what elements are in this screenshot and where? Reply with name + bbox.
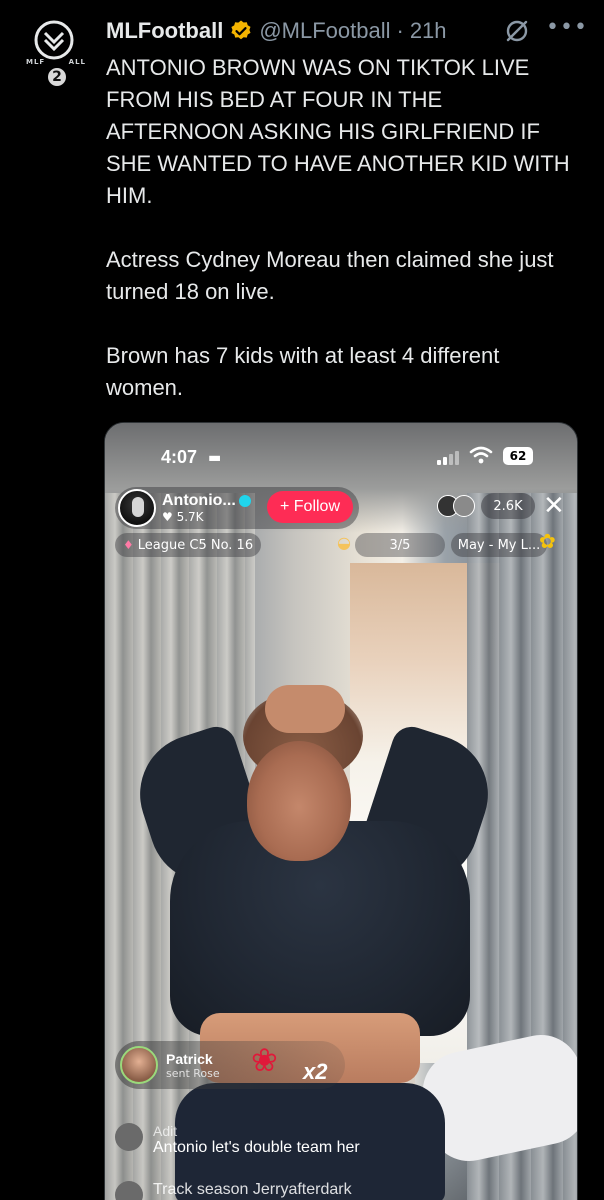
comment-text: Track season Jerryafterdark xyxy=(153,1181,352,1198)
comment-avatar xyxy=(115,1123,143,1151)
ufo-icon: ◒ xyxy=(337,533,351,552)
league-label: League C5 No. 16 xyxy=(137,537,254,553)
host-likes: ♥ 5.7K xyxy=(162,510,204,524)
may-pill[interactable]: May - My L... xyxy=(451,533,547,557)
gift-action: sent Rose xyxy=(166,1066,220,1080)
display-name[interactable]: MLFootball xyxy=(106,18,223,44)
rose-gift-icon: ❀ xyxy=(251,1041,278,1079)
tweet-paragraph: Brown has 7 kids with at least 4 differe… xyxy=(106,343,500,400)
handle[interactable]: @MLFootball xyxy=(259,18,390,44)
person-hands xyxy=(265,685,345,733)
host-name-row: Antonio... xyxy=(162,492,272,510)
viewer-avatar[interactable] xyxy=(453,495,475,517)
avatar-badge: 2 xyxy=(46,66,68,88)
battery-icon: 62 xyxy=(503,447,533,465)
profile-avatar[interactable] xyxy=(32,18,76,62)
verified-icon xyxy=(238,495,251,507)
live-comment: Adit Antonio let's double team her xyxy=(115,1123,360,1157)
comment-avatar xyxy=(115,1181,143,1200)
tweet-media[interactable]: 4:07 ▬ 62 Antonio... ♥ 5.7K + Follow 2.6… xyxy=(104,422,578,1200)
grok-icon[interactable] xyxy=(504,18,530,44)
host-name: Antonio... xyxy=(162,492,236,509)
live-comment: Track season Jerryafterdark xyxy=(115,1181,352,1200)
comment-user: Adit xyxy=(153,1123,178,1139)
viewer-count[interactable]: 2.6K xyxy=(481,493,535,519)
close-icon[interactable]: ✕ xyxy=(543,493,565,519)
separator-dot: · xyxy=(396,18,404,43)
diamond-icon: ♦ xyxy=(123,538,134,552)
sleep-mode-icon: ▬ xyxy=(208,450,222,466)
league-pill[interactable]: ♦ League C5 No. 16 xyxy=(115,533,261,557)
progress-pill[interactable]: 3/5 xyxy=(355,533,445,557)
top-viewers[interactable]: 2.6K xyxy=(437,493,535,519)
cellular-signal-icon xyxy=(437,449,461,465)
live-host-pill[interactable]: Antonio... ♥ 5.7K + Follow xyxy=(115,487,359,529)
gift-combo: x2 xyxy=(303,1059,328,1084)
verified-badge-icon[interactable] xyxy=(229,19,253,43)
tweet-text: ANTONIO BROWN WAS ON TIKTOK LIVE FROM HI… xyxy=(106,52,576,404)
mlfootball-logo-icon xyxy=(34,20,74,60)
gift-user-avatar xyxy=(120,1046,158,1084)
person-face xyxy=(247,741,351,861)
status-time: 4:07 xyxy=(161,447,198,467)
host-avatar[interactable] xyxy=(118,489,156,527)
timestamp[interactable]: 21h xyxy=(410,18,447,44)
wifi-icon xyxy=(469,446,493,464)
sunflower-icon: ✿ xyxy=(539,529,556,553)
more-options-icon[interactable]: ••• xyxy=(546,17,587,44)
tweet[interactable]: MLF ALL 2 MLFootball @MLFootball · 21h ••… xyxy=(0,0,604,1200)
gift-user-name: Patrick xyxy=(166,1050,213,1067)
follow-button[interactable]: + Follow xyxy=(267,491,353,523)
tweet-paragraph: Actress Cydney Moreau then claimed she j… xyxy=(106,247,554,304)
comment-text: Antonio let's double team her xyxy=(153,1139,360,1156)
tweet-paragraph: ANTONIO BROWN WAS ON TIKTOK LIVE FROM HI… xyxy=(106,55,570,208)
tweet-header: MLFootball @MLFootball · 21h xyxy=(106,14,447,48)
